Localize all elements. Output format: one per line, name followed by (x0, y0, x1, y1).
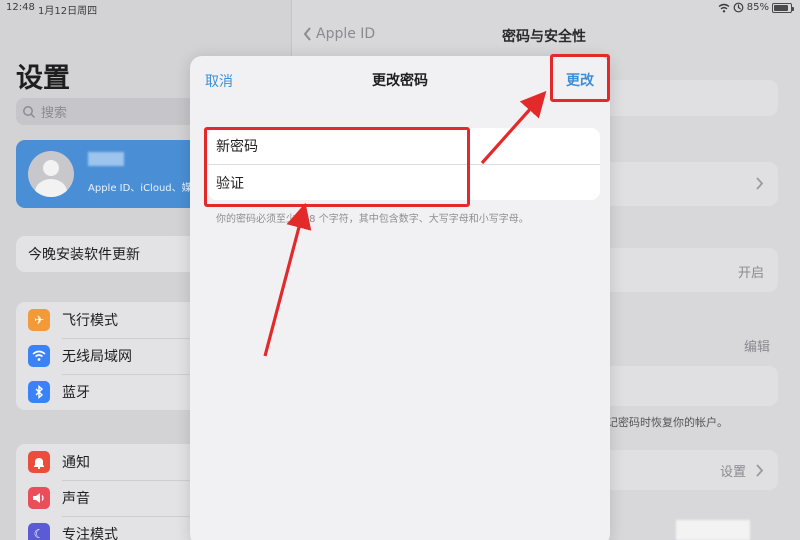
sidebar-item-label: 蓝牙 (62, 385, 90, 401)
detail-row-toggle[interactable]: 开启 (598, 248, 778, 292)
settings-label: 设置 (719, 465, 746, 480)
sidebar-title: 设置 (16, 63, 70, 94)
detail-row-twofactor[interactable] (598, 162, 778, 206)
chevron-left-icon (303, 27, 311, 41)
bell-icon (28, 451, 50, 473)
chevron-right-icon (756, 464, 764, 477)
status-date: 1月12日周四 (38, 6, 98, 17)
status-right: 85% (718, 2, 794, 13)
new-password-field[interactable]: 新密码 (208, 128, 600, 164)
recovery-description: 忘记密码时恢复你的帐户。 (596, 416, 728, 429)
wifi-icon (28, 345, 50, 367)
avatar (28, 151, 74, 197)
account-name-blurred (88, 152, 124, 166)
battery-icon (772, 2, 794, 13)
status-bar: 12:48 1月12日周四 85% (0, 0, 800, 18)
on-label: 开启 (737, 266, 764, 281)
change-password-sheet: 取消 更改密码 更改 新密码 验证 你的密码必须至少为 8 个字符，其中包含数字… (190, 56, 610, 540)
location-icon (733, 2, 744, 13)
detail-row-recovery (598, 366, 778, 406)
edit-button[interactable]: 编辑 (744, 336, 770, 355)
back-button[interactable]: Apple ID (303, 26, 375, 42)
bluetooth-icon (28, 381, 50, 403)
software-update-label: 今晚安装软件更新 (28, 247, 140, 263)
airplane-icon: ✈ (28, 309, 50, 331)
detail-row-password (598, 80, 778, 116)
verify-password-label: 验证 (216, 175, 244, 192)
password-fields: 新密码 验证 (208, 128, 600, 200)
sidebar-item-label: 无线局域网 (62, 349, 132, 365)
account-subtitle: Apple ID、iCloud、媒 (88, 183, 192, 194)
detail-row-settings[interactable]: 设置 (598, 450, 778, 490)
blurred-region (676, 520, 750, 540)
chevron-right-icon (756, 177, 764, 190)
search-icon (23, 105, 36, 118)
new-password-label: 新密码 (216, 139, 258, 155)
sidebar-item-label: 飞行模式 (62, 313, 118, 329)
moon-icon: ☾ (28, 523, 50, 540)
sheet-title: 更改密码 (372, 73, 428, 89)
wifi-icon (718, 3, 730, 12)
sidebar-item-label: 专注模式 (62, 527, 118, 540)
search-placeholder: 搜索 (41, 106, 68, 121)
verify-password-field[interactable]: 验证 (208, 164, 600, 200)
sidebar-item-label: 声音 (62, 491, 90, 507)
change-button[interactable]: 更改 (566, 70, 594, 90)
status-time: 12:48 (6, 2, 35, 13)
battery-percent: 85% (746, 2, 769, 13)
password-requirement-hint: 你的密码必须至少为 8 个字符，其中包含数字、大写字母和小写字母。 (216, 214, 529, 225)
back-label: Apple ID (316, 26, 376, 42)
pane-title: 密码与安全性 (502, 29, 586, 45)
speaker-icon (28, 487, 50, 509)
sidebar-item-label: 通知 (62, 455, 90, 471)
